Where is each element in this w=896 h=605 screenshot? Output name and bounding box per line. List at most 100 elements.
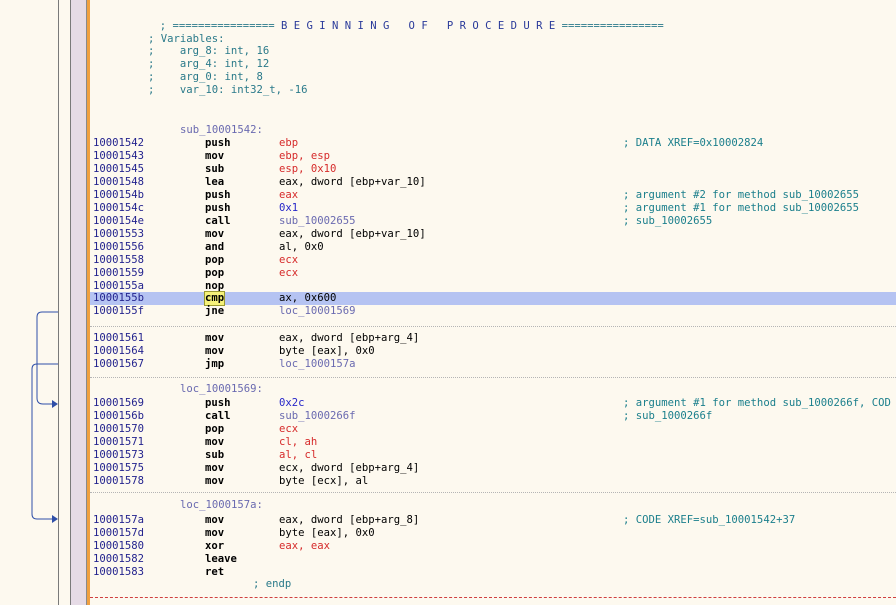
instruction-operands: eax, dword [ebp+var_10] — [279, 228, 426, 240]
banner-prefix: ; — [159, 20, 167, 32]
instruction-comment: ; argument #1 for method sub_1000266f, C… — [623, 397, 891, 409]
instruction-address: 10001580 — [93, 540, 145, 552]
instruction-operands[interactable]: loc_10001569 — [279, 305, 356, 318]
instruction-mnemonic: mov — [205, 527, 225, 539]
procedure-banner: ; ================ B E G I N N I N G O F… — [147, 7, 664, 32]
instruction-mnemonic: jmp — [205, 358, 225, 370]
instruction-operands: eax, eax — [279, 540, 331, 552]
instruction-comment: ; DATA XREF=0x10002824 — [623, 137, 764, 149]
instruction-comment: ; argument #1 for method sub_10002655 — [623, 202, 859, 214]
instruction-operands: byte [eax], 0x0 — [279, 527, 375, 539]
instruction-comment: ; CODE XREF=sub_10001542+37 — [623, 514, 796, 526]
variable-entry: ; arg_4: int, 12 — [148, 58, 270, 70]
jne-arrow — [36, 311, 58, 405]
instruction-comment: ; sub_1000266f — [623, 410, 713, 422]
instruction-mnemonic: pop — [205, 423, 225, 435]
instruction-address: 1000154e — [93, 215, 145, 227]
instruction-address: 1000154c — [93, 202, 145, 214]
instruction-address: 10001564 — [93, 345, 145, 357]
loc-label-1000157a[interactable]: loc_1000157a: — [180, 499, 263, 512]
instruction-mnemonic: push — [205, 137, 231, 149]
instruction-address: 1000156b — [93, 410, 145, 422]
instruction-mnemonic: xor — [205, 540, 225, 552]
endp-marker: ; endp — [253, 578, 292, 590]
instruction-operands: ax, 0x600 — [279, 292, 337, 304]
instruction-operands[interactable]: sub_10002655 — [279, 215, 356, 228]
instruction-address: 10001558 — [93, 254, 145, 266]
instruction-mnemonic: call — [205, 215, 231, 227]
instruction-address: 10001570 — [93, 423, 145, 435]
instruction-address: 10001583 — [93, 566, 145, 578]
instruction-address: 1000155b — [93, 292, 145, 304]
jmp-arrowhead — [52, 515, 58, 523]
banner-rule-right: ================ — [561, 20, 664, 32]
instruction-mnemonic: mov — [205, 150, 225, 162]
instruction-comment: ; sub_10002655 — [623, 215, 713, 227]
instruction-mnemonic: mov — [205, 475, 225, 487]
instruction-mnemonic: and — [205, 241, 225, 253]
instruction-operands: esp, 0x10 — [279, 163, 337, 175]
instruction-mnemonic: call — [205, 410, 231, 422]
instruction-operands: eax — [279, 189, 299, 201]
instruction-mnemonic: sub — [205, 163, 225, 175]
variable-entry: ; arg_0: int, 8 — [148, 71, 263, 83]
instruction-operands: eax, dword [ebp+arg_8] — [279, 514, 420, 526]
variable-text: arg_4: int, 12 — [179, 58, 270, 70]
instruction-address: 10001573 — [93, 449, 145, 461]
instruction-comment: ; argument #2 for method sub_10002655 — [623, 189, 859, 201]
instruction-address: 10001545 — [93, 163, 145, 175]
instruction-operands: 0x1 — [279, 202, 299, 214]
instruction-address: 10001575 — [93, 462, 145, 474]
procedure-end-separator — [90, 597, 896, 598]
block-separator — [90, 492, 896, 493]
instruction-operands: byte [ecx], al — [279, 475, 369, 487]
instruction-address: 10001571 — [93, 436, 145, 448]
variable-text: arg_0: int, 8 — [179, 71, 263, 83]
instruction-operands: eax, dword [ebp+var_10] — [279, 176, 426, 188]
instruction-mnemonic: mov — [205, 514, 225, 526]
instruction-mnemonic: pop — [205, 267, 225, 279]
instruction-address: 10001559 — [93, 267, 145, 279]
instruction-mnemonic: jne — [205, 305, 225, 317]
instruction-operands[interactable]: sub_1000266f — [279, 410, 356, 423]
instruction-operands: ecx — [279, 267, 299, 279]
instruction-address: 10001561 — [93, 332, 145, 344]
instruction-address: 10001548 — [93, 176, 145, 188]
instruction-address: 10001567 — [93, 358, 145, 370]
instruction-mnemonic: push — [205, 397, 231, 409]
variable-text: arg_8: int, 16 — [179, 45, 270, 57]
instruction-mnemonic: sub — [205, 449, 225, 461]
instruction-operands[interactable]: loc_1000157a — [279, 358, 356, 371]
instruction-address: 1000157d — [93, 527, 145, 539]
loc-label-10001569[interactable]: loc_10001569: — [180, 383, 263, 396]
instruction-operands: al, cl — [279, 449, 318, 461]
instruction-mnemonic: pop — [205, 254, 225, 266]
instruction-operands: ecx — [279, 254, 299, 266]
instruction-address: 1000154b — [93, 189, 145, 201]
instruction-address: 10001578 — [93, 475, 145, 487]
instruction-address: 10001556 — [93, 241, 145, 253]
instruction-operands: al, 0x0 — [279, 241, 324, 253]
instruction-mnemonic: mov — [205, 345, 225, 357]
instruction-mnemonic: push — [205, 189, 231, 201]
instruction-operands: byte [eax], 0x0 — [279, 345, 375, 357]
procedure-label[interactable]: sub_10001542: — [180, 124, 263, 137]
block-separator — [90, 326, 896, 327]
instruction-mnemonic: leave — [205, 553, 237, 565]
instruction-address: 10001569 — [93, 397, 145, 409]
instruction-mnemonic: lea — [205, 176, 225, 188]
instruction-mnemonic: mov — [205, 462, 225, 474]
instruction-mnemonic: push — [205, 202, 231, 214]
instruction-operands: eax, dword [ebp+arg_4] — [279, 332, 420, 344]
instruction-operands: 0x2c — [279, 397, 305, 409]
branch-arrows — [31, 311, 58, 523]
instruction-operands: ebp, esp — [279, 150, 331, 162]
variable-text: var_10: int32_t, -16 — [179, 84, 308, 96]
instruction-address: 1000155f — [93, 305, 145, 317]
instruction-mnemonic: mov — [205, 436, 225, 448]
instruction-operands: cl, ah — [279, 436, 318, 448]
instruction-operands: ecx — [279, 423, 299, 435]
banner-rule-left: ================ — [172, 20, 275, 32]
instruction-mnemonic: cmp — [203, 291, 226, 306]
variable-entry: ; arg_8: int, 16 — [148, 45, 270, 57]
